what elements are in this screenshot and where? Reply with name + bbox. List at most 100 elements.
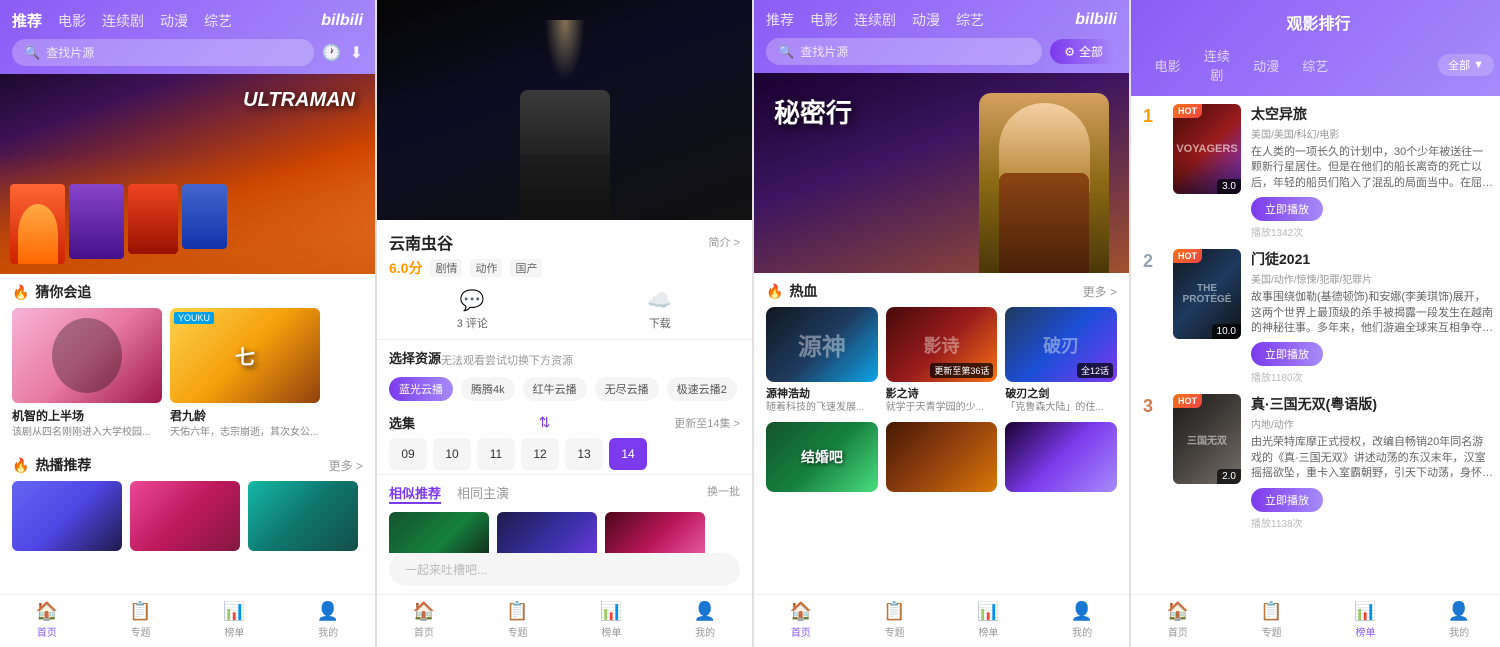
episode-update: 更新至14集 > [674,415,740,431]
history-icon[interactable]: 🕐 [322,43,342,63]
rank-poster-2[interactable]: THE PROTÉGÉ HOT 10.0 [1173,249,1241,339]
comment-input[interactable]: 一起来吐槽吧... [389,553,740,586]
anime-nav: 推荐 电影 连续剧 动漫 综艺 bilbili [766,10,1117,30]
anime-nav-series[interactable]: 连续剧 [854,10,896,30]
rank-tab-anime[interactable]: 动漫 [1242,52,1291,79]
hot-card-2[interactable] [248,481,358,551]
filter-all-button[interactable]: ⚙ 全部 [1050,39,1117,64]
rank-tab-profile[interactable]: 👤 我的 [1412,601,1500,639]
hot-card-0[interactable] [12,481,122,551]
comment-action[interactable]: 💬 3 评论 [457,288,488,331]
hot-blood-more[interactable]: 更多 > [1083,283,1117,300]
rank-tab-home[interactable]: 🏠 首页 [1131,601,1225,639]
hot-grid-2-desc: 「克鲁森大陆」的住... [1005,401,1117,414]
anime-tab-topics[interactable]: 📋 专题 [848,601,942,639]
video-tab-home[interactable]: 🏠 首页 [377,601,471,639]
rank-tab-rankings[interactable]: 📊 榜单 [1319,601,1413,639]
ep-btn-0[interactable]: 09 [389,438,427,470]
rank-play-btn-1[interactable]: 立即播放 [1251,197,1323,221]
ep-btn-5[interactable]: 14 [609,438,647,470]
guess-card-0[interactable]: 机智的上半场 该剧从四名刚刚进入大学校园... [12,308,162,439]
anime-nav-anime[interactable]: 动漫 [912,10,940,30]
rec-card-0[interactable]: 夜猎 描述文字... [389,512,489,545]
anime-tab-profile[interactable]: 👤 我的 [1035,601,1129,639]
rank-tab-movie[interactable]: 电影 [1143,52,1192,79]
source-btn-2[interactable]: 红牛云播 [523,377,587,401]
source-btn-1[interactable]: 腾腾4k [461,377,515,401]
rank-play-btn-2[interactable]: 立即播放 [1251,342,1323,366]
nav-home-bilibili[interactable]: bilbili [321,12,363,30]
ep-btn-3[interactable]: 12 [521,438,559,470]
rec-tab-similar[interactable]: 相似推荐 [389,483,441,504]
guess-card-1-desc: 天佑六年，志宗崩逝，其次女公... [170,426,320,439]
rank-play-btn-3[interactable]: 立即播放 [1251,488,1323,512]
video-tab-rankings[interactable]: 📊 榜单 [565,601,659,639]
download-action[interactable]: ☁️ 下载 [647,288,672,331]
rank-poster-1[interactable]: VOYAGERS HOT 3.0 [1173,104,1241,194]
anime-tab-home[interactable]: 🏠 首页 [754,601,848,639]
download-icon[interactable]: ⬇ [350,43,363,63]
source-btn-3[interactable]: 无尽云播 [595,377,659,401]
panel-anime: 推荐 电影 连续剧 动漫 综艺 bilbili 🔍 查找片源 ⚙ 全部 秘密行 [754,0,1129,647]
anime-tab-rankings[interactable]: 📊 榜单 [942,601,1036,639]
source-label: 选择资源 [389,348,441,367]
source-error: 无法观看尝试切换下方资源 [441,352,573,368]
rec-tab-same-cast[interactable]: 相同主演 [457,483,509,504]
nav-home-variety[interactable]: 综艺 [204,11,232,31]
home-icon-3: 🏠 [790,601,812,622]
bottom-anime-1[interactable] [886,422,998,492]
nav-home-movie[interactable]: 电影 [58,11,86,31]
rank-tab-topics[interactable]: 📋 专题 [1225,601,1319,639]
home-hero-banner[interactable]: ULTRAMAN [0,74,375,274]
home-search-box[interactable]: 🔍 查找片源 [12,39,314,66]
ep-btn-2[interactable]: 11 [477,438,515,470]
rank-filter-btn[interactable]: 全部 ▼ [1438,54,1494,76]
hot-more-link[interactable]: 更多 > [329,457,363,474]
hot-grid-1[interactable]: 影诗 更新至第36话 影之诗 就学于天青学园的少... [886,307,998,414]
refresh-btn[interactable]: 换一批 [707,483,740,504]
video-tag-1: 动作 [470,259,502,277]
rec-card-1[interactable]: 追影者 描述文字... [497,512,597,545]
bottom-anime-2[interactable] [1005,422,1117,492]
anime-nav-movie[interactable]: 电影 [810,10,838,30]
fire-icon: 🔥 [12,284,29,301]
guess-section-header: 🔥 猜你会追 [0,274,375,308]
anime-nav-variety[interactable]: 综艺 [956,10,984,30]
hot-grid-2[interactable]: 破刃 全12话 破刃之剑 「克鲁森大陆」的住... [1005,307,1117,414]
home-tab-home[interactable]: 🏠 首页 [0,601,94,639]
hot-grid-0[interactable]: 源神 源神浩劫 随着科技的飞速发展... [766,307,878,414]
nav-home-recommended[interactable]: 推荐 [12,10,42,31]
video-tag-0: 剧情 [430,259,462,277]
anime-hero[interactable]: 秘密行 [754,73,1129,273]
rank-tab-topics-label: 专题 [1262,624,1282,639]
source-btn-0[interactable]: 蓝光云播 [389,377,453,401]
bottom-anime-0[interactable]: 结婚吧 [766,422,878,492]
guess-cards: 机智的上半场 该剧从四名刚刚进入大学校园... YOUKU 七 君九龄 天佑六年… [0,308,375,447]
anime-nav-bilibili[interactable]: bilbili [1075,11,1117,29]
home-tab-rankings[interactable]: 📊 榜单 [188,601,282,639]
fire-icon-3: 🔥 [766,283,783,300]
home-tab-topics[interactable]: 📋 专题 [94,601,188,639]
video-tab-profile[interactable]: 👤 我的 [658,601,752,639]
rank-poster-3[interactable]: 三国无双 HOT 2.0 [1173,394,1241,484]
video-intro-link[interactable]: 简介 > [709,234,740,250]
ep-btn-4[interactable]: 13 [565,438,603,470]
nav-home-anime[interactable]: 动漫 [160,11,188,31]
rank-tab-series[interactable]: 连续剧 [1192,42,1241,88]
hot-card-1[interactable] [130,481,240,551]
home-tab-profile[interactable]: 👤 我的 [281,601,375,639]
source-btn-4[interactable]: 极速云播2 [667,377,737,401]
video-tab-topics[interactable]: 📋 专题 [471,601,565,639]
anime-nav-recommended[interactable]: 推荐 [766,10,794,30]
rec-card-2[interactable]: 暗战 描述文字... [605,512,705,545]
video-player[interactable] [377,0,752,220]
nav-home-series[interactable]: 连续剧 [102,11,144,31]
ep-btn-1[interactable]: 10 [433,438,471,470]
topics-icon-2: 📋 [506,601,528,622]
guess-card-1[interactable]: YOUKU 七 君九龄 天佑六年，志宗崩逝，其次女公... [170,308,320,439]
anime-search-box[interactable]: 🔍 查找片源 [766,38,1042,65]
rank-tab-variety[interactable]: 综艺 [1291,52,1340,79]
home-tab-rankings-label: 榜单 [224,624,244,639]
sort-icon[interactable]: ⇅ [539,414,551,431]
anime-tab-home-label: 首页 [791,624,811,639]
